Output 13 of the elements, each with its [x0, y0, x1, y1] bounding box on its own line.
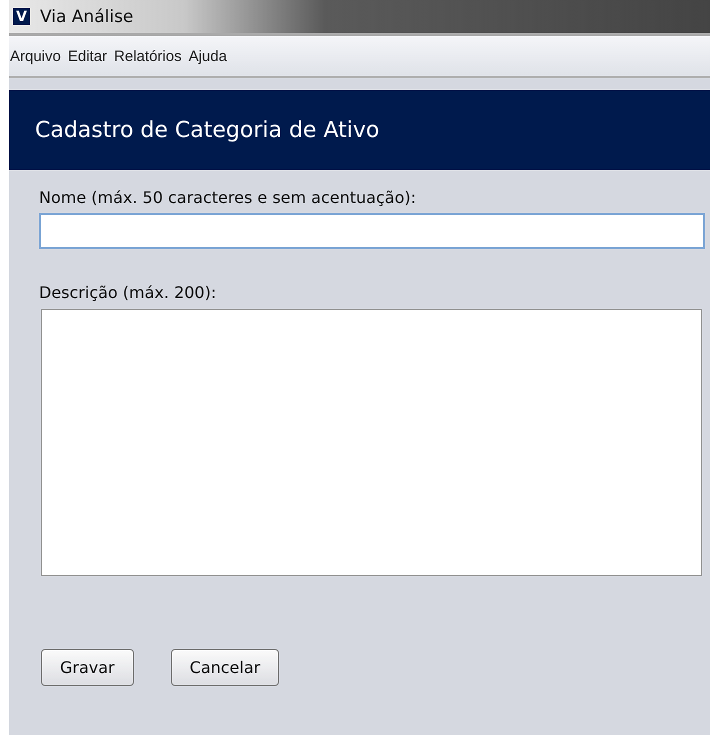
menu-item[interactable]: Arquivo: [10, 48, 61, 64]
save-button[interactable]: Gravar: [41, 649, 134, 686]
menu-item[interactable]: Ajuda: [188, 48, 227, 64]
menu-item[interactable]: Relatórios: [114, 48, 182, 64]
page-title: Cadastro de Categoria de Ativo: [35, 118, 380, 142]
description-field[interactable]: [41, 309, 702, 576]
name-label: Nome (máx. 50 caracteres e sem acentuação):: [39, 188, 417, 207]
app-logo: V: [13, 8, 30, 25]
menu-item[interactable]: Editar: [68, 48, 108, 64]
cancel-button[interactable]: Cancelar: [170, 649, 280, 686]
description-label: Descrição (máx. 200):: [39, 283, 218, 302]
name-field[interactable]: [39, 213, 705, 249]
window-title: Via Análise: [40, 6, 134, 26]
